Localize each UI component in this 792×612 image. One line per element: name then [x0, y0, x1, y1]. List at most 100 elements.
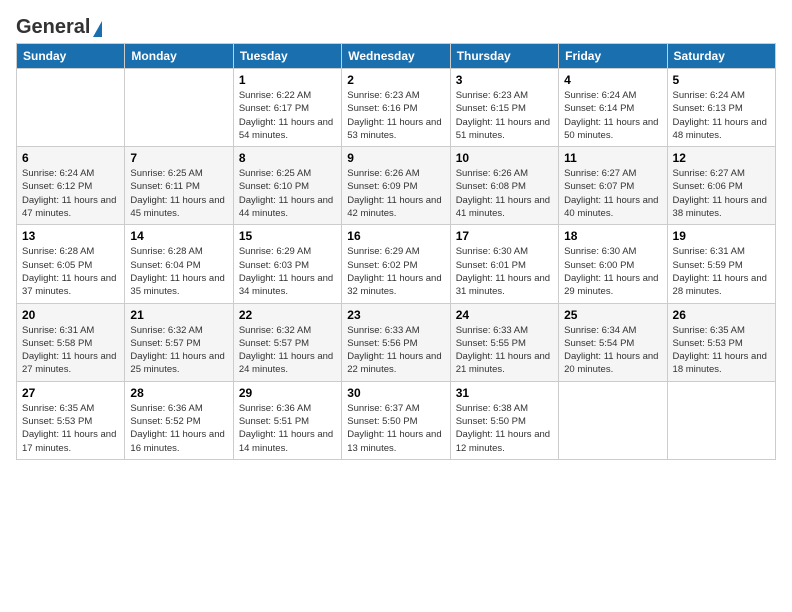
day-number: 19 [673, 229, 770, 243]
day-info: Sunrise: 6:23 AM Sunset: 6:15 PM Dayligh… [456, 89, 553, 142]
day-info: Sunrise: 6:24 AM Sunset: 6:13 PM Dayligh… [673, 89, 770, 142]
day-info: Sunrise: 6:33 AM Sunset: 5:56 PM Dayligh… [347, 324, 444, 377]
calendar-cell: 25 Sunrise: 6:34 AM Sunset: 5:54 PM Dayli… [559, 303, 667, 381]
day-info: Sunrise: 6:23 AM Sunset: 6:16 PM Dayligh… [347, 89, 444, 142]
day-info: Sunrise: 6:36 AM Sunset: 5:51 PM Dayligh… [239, 402, 336, 455]
calendar-week-row: 1 Sunrise: 6:22 AM Sunset: 6:17 PM Daylig… [17, 69, 776, 147]
day-number: 13 [22, 229, 119, 243]
day-number: 14 [130, 229, 227, 243]
day-number: 23 [347, 308, 444, 322]
logo-triangle [93, 21, 102, 37]
calendar-cell: 11 Sunrise: 6:27 AM Sunset: 6:07 PM Dayli… [559, 147, 667, 225]
day-number: 22 [239, 308, 336, 322]
calendar-cell: 8Sunrise: 6:25 AM Sunset: 6:10 PM Daylig… [233, 147, 341, 225]
calendar-cell: 2 Sunrise: 6:23 AM Sunset: 6:16 PM Daylig… [342, 69, 450, 147]
day-info: Sunrise: 6:35 AM Sunset: 5:53 PM Dayligh… [673, 324, 770, 377]
calendar-cell: 13Sunrise: 6:28 AM Sunset: 6:05 PM Dayli… [17, 225, 125, 303]
day-info: Sunrise: 6:34 AM Sunset: 5:54 PM Dayligh… [564, 324, 661, 377]
day-info: Sunrise: 6:29 AM Sunset: 6:03 PM Dayligh… [239, 245, 336, 298]
calendar-cell: 9 Sunrise: 6:26 AM Sunset: 6:09 PM Daylig… [342, 147, 450, 225]
day-info: Sunrise: 6:31 AM Sunset: 5:59 PM Dayligh… [673, 245, 770, 298]
calendar-week-row: 13Sunrise: 6:28 AM Sunset: 6:05 PM Dayli… [17, 225, 776, 303]
day-info: Sunrise: 6:25 AM Sunset: 6:11 PM Dayligh… [130, 167, 227, 220]
day-info: Sunrise: 6:32 AM Sunset: 5:57 PM Dayligh… [130, 324, 227, 377]
day-info: Sunrise: 6:26 AM Sunset: 6:09 PM Dayligh… [347, 167, 444, 220]
day-info: Sunrise: 6:30 AM Sunset: 6:01 PM Dayligh… [456, 245, 553, 298]
day-number: 28 [130, 386, 227, 400]
day-number: 7 [130, 151, 227, 165]
day-number: 30 [347, 386, 444, 400]
weekday-header: Thursday [450, 44, 558, 69]
calendar-cell: 26 Sunrise: 6:35 AM Sunset: 5:53 PM Dayli… [667, 303, 775, 381]
weekday-header: Saturday [667, 44, 775, 69]
day-number: 3 [456, 73, 553, 87]
day-info: Sunrise: 6:25 AM Sunset: 6:10 PM Dayligh… [239, 167, 336, 220]
weekday-header: Monday [125, 44, 233, 69]
calendar-cell: 30 Sunrise: 6:37 AM Sunset: 5:50 PM Dayli… [342, 381, 450, 459]
calendar-cell: 7 Sunrise: 6:25 AM Sunset: 6:11 PM Daylig… [125, 147, 233, 225]
day-number: 25 [564, 308, 661, 322]
calendar-cell: 6Sunrise: 6:24 AM Sunset: 6:12 PM Daylig… [17, 147, 125, 225]
calendar-cell: 4Sunrise: 6:24 AM Sunset: 6:14 PM Daylig… [559, 69, 667, 147]
calendar-cell: 12Sunrise: 6:27 AM Sunset: 6:06 PM Dayli… [667, 147, 775, 225]
day-number: 10 [456, 151, 553, 165]
calendar-cell [17, 69, 125, 147]
day-number: 27 [22, 386, 119, 400]
weekday-header: Sunday [17, 44, 125, 69]
weekday-header: Wednesday [342, 44, 450, 69]
calendar-cell [125, 69, 233, 147]
calendar-cell: 10Sunrise: 6:26 AM Sunset: 6:08 PM Dayli… [450, 147, 558, 225]
calendar-cell: 24 Sunrise: 6:33 AM Sunset: 5:55 PM Dayli… [450, 303, 558, 381]
day-info: Sunrise: 6:28 AM Sunset: 6:04 PM Dayligh… [130, 245, 227, 298]
day-info: Sunrise: 6:22 AM Sunset: 6:17 PM Dayligh… [239, 89, 336, 142]
day-number: 29 [239, 386, 336, 400]
logo: General [16, 16, 102, 35]
calendar-cell: 21 Sunrise: 6:32 AM Sunset: 5:57 PM Dayli… [125, 303, 233, 381]
calendar-cell: 31 Sunrise: 6:38 AM Sunset: 5:50 PM Dayli… [450, 381, 558, 459]
day-number: 11 [564, 151, 661, 165]
day-number: 2 [347, 73, 444, 87]
day-number: 21 [130, 308, 227, 322]
calendar-week-row: 20 Sunrise: 6:31 AM Sunset: 5:58 PM Dayli… [17, 303, 776, 381]
day-info: Sunrise: 6:35 AM Sunset: 5:53 PM Dayligh… [22, 402, 119, 455]
day-number: 15 [239, 229, 336, 243]
day-number: 26 [673, 308, 770, 322]
day-number: 31 [456, 386, 553, 400]
day-info: Sunrise: 6:37 AM Sunset: 5:50 PM Dayligh… [347, 402, 444, 455]
day-info: Sunrise: 6:24 AM Sunset: 6:12 PM Dayligh… [22, 167, 119, 220]
calendar-cell: 5 Sunrise: 6:24 AM Sunset: 6:13 PM Daylig… [667, 69, 775, 147]
page-header: General [16, 16, 776, 35]
calendar-cell [559, 381, 667, 459]
calendar-week-row: 27 Sunrise: 6:35 AM Sunset: 5:53 PM Dayli… [17, 381, 776, 459]
day-info: Sunrise: 6:24 AM Sunset: 6:14 PM Dayligh… [564, 89, 661, 142]
weekday-header: Tuesday [233, 44, 341, 69]
calendar-cell: 15 Sunrise: 6:29 AM Sunset: 6:03 PM Dayli… [233, 225, 341, 303]
day-number: 24 [456, 308, 553, 322]
day-info: Sunrise: 6:38 AM Sunset: 5:50 PM Dayligh… [456, 402, 553, 455]
day-number: 9 [347, 151, 444, 165]
day-number: 18 [564, 229, 661, 243]
day-info: Sunrise: 6:33 AM Sunset: 5:55 PM Dayligh… [456, 324, 553, 377]
calendar-table: SundayMondayTuesdayWednesdayThursdayFrid… [16, 43, 776, 460]
day-number: 5 [673, 73, 770, 87]
calendar-cell: 20 Sunrise: 6:31 AM Sunset: 5:58 PM Dayli… [17, 303, 125, 381]
day-info: Sunrise: 6:32 AM Sunset: 5:57 PM Dayligh… [239, 324, 336, 377]
calendar-cell: 27 Sunrise: 6:35 AM Sunset: 5:53 PM Dayli… [17, 381, 125, 459]
calendar-cell: 23 Sunrise: 6:33 AM Sunset: 5:56 PM Dayli… [342, 303, 450, 381]
day-info: Sunrise: 6:31 AM Sunset: 5:58 PM Dayligh… [22, 324, 119, 377]
calendar-cell: 18Sunrise: 6:30 AM Sunset: 6:00 PM Dayli… [559, 225, 667, 303]
day-info: Sunrise: 6:27 AM Sunset: 6:06 PM Dayligh… [673, 167, 770, 220]
weekday-header-row: SundayMondayTuesdayWednesdayThursdayFrid… [17, 44, 776, 69]
day-info: Sunrise: 6:27 AM Sunset: 6:07 PM Dayligh… [564, 167, 661, 220]
calendar-cell: 16Sunrise: 6:29 AM Sunset: 6:02 PM Dayli… [342, 225, 450, 303]
calendar-cell: 22 Sunrise: 6:32 AM Sunset: 5:57 PM Dayli… [233, 303, 341, 381]
calendar-week-row: 6Sunrise: 6:24 AM Sunset: 6:12 PM Daylig… [17, 147, 776, 225]
calendar-cell: 1 Sunrise: 6:22 AM Sunset: 6:17 PM Daylig… [233, 69, 341, 147]
day-number: 20 [22, 308, 119, 322]
day-info: Sunrise: 6:36 AM Sunset: 5:52 PM Dayligh… [130, 402, 227, 455]
day-number: 1 [239, 73, 336, 87]
weekday-header: Friday [559, 44, 667, 69]
calendar-cell: 19 Sunrise: 6:31 AM Sunset: 5:59 PM Dayli… [667, 225, 775, 303]
calendar-cell [667, 381, 775, 459]
calendar-cell: 17Sunrise: 6:30 AM Sunset: 6:01 PM Dayli… [450, 225, 558, 303]
